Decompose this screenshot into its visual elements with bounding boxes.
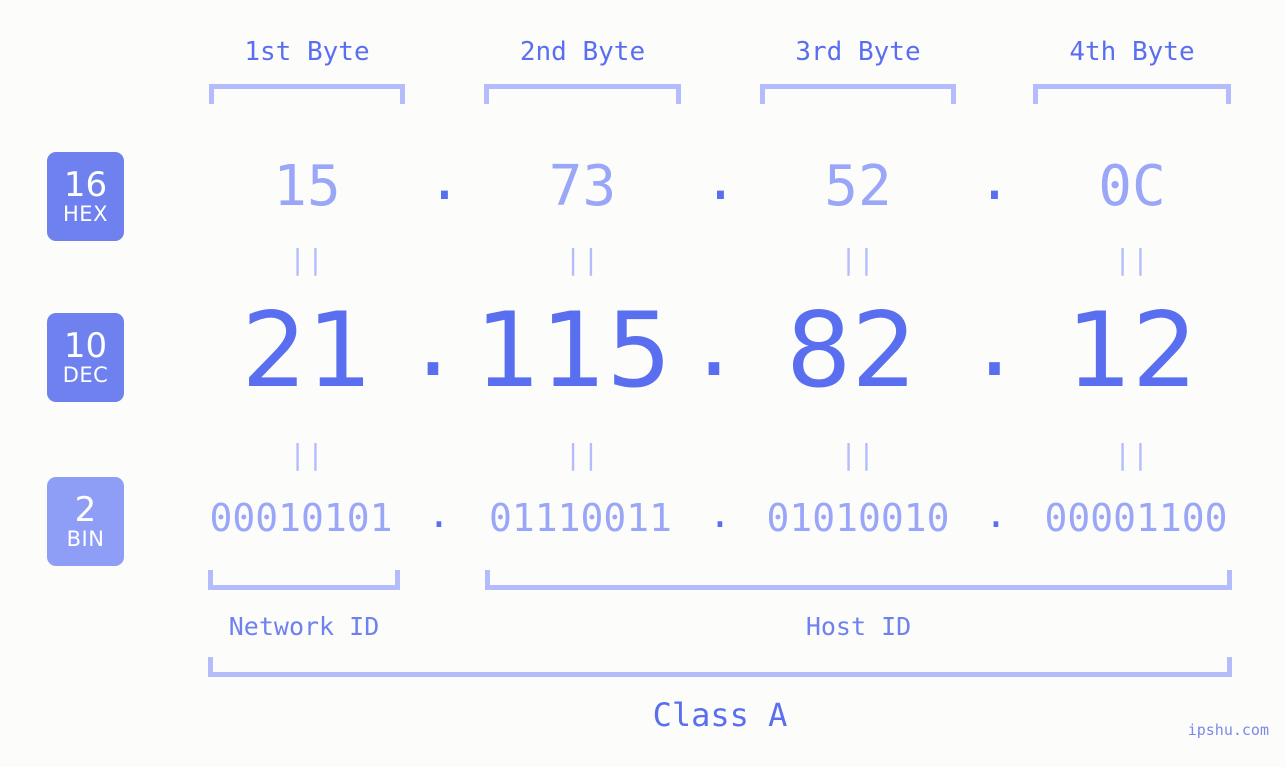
bin-separator-3: . xyxy=(984,492,1008,536)
base-badge-hex-abbr: HEX xyxy=(63,202,108,226)
byte-bracket-4 xyxy=(1033,84,1231,104)
dec-value-byte-3: 82 xyxy=(785,291,918,411)
hex-value-byte-1: 15 xyxy=(273,154,341,219)
hex-value-byte-2: 73 xyxy=(548,154,617,219)
equals-connector-hex-dec-3: || xyxy=(840,243,876,276)
base-badge-dec-abbr: DEC xyxy=(62,363,109,387)
network-id-bracket xyxy=(208,570,400,590)
hex-value-byte-3: 52 xyxy=(824,154,892,219)
dec-value-byte-2: 115 xyxy=(475,291,672,411)
network-id-label: Network ID xyxy=(228,612,380,641)
hex-value-byte-4: 0C xyxy=(1098,154,1166,219)
dec-value-byte-4: 12 xyxy=(1066,291,1198,411)
equals-connector-dec-bin-1: || xyxy=(289,438,325,471)
dec-separator-1: . xyxy=(416,280,450,400)
base-badge-hex[interactable]: 16 HEX xyxy=(47,152,124,241)
host-id-label: Host ID xyxy=(805,612,912,641)
byte-bracket-3 xyxy=(760,84,956,104)
base-badge-bin[interactable]: 2 BIN xyxy=(47,477,124,566)
bin-value-byte-1: 00010101 xyxy=(209,496,393,540)
site-watermark: ipshu.com xyxy=(1187,721,1269,739)
equals-connector-dec-bin-3: || xyxy=(840,438,876,471)
equals-connector-dec-bin-2: || xyxy=(564,438,601,471)
base-badge-dec[interactable]: 10 DEC xyxy=(47,313,124,402)
byte-bracket-2 xyxy=(484,84,681,104)
base-badge-hex-number: 16 xyxy=(63,165,108,205)
host-id-bracket xyxy=(485,570,1232,590)
dec-value-byte-1: 21 xyxy=(241,291,373,411)
hex-separator-3: . xyxy=(977,148,1012,213)
equals-connector-hex-dec-2: || xyxy=(564,243,601,276)
equals-connector-hex-dec-1: || xyxy=(289,243,325,276)
bin-value-byte-4: 00001100 xyxy=(1044,496,1228,540)
bin-separator-2: . xyxy=(708,492,732,536)
class-bracket xyxy=(208,657,1232,677)
bin-value-byte-3: 01010010 xyxy=(766,496,950,540)
byte-header-4: 4th Byte xyxy=(1069,37,1195,67)
base-badge-dec-number: 10 xyxy=(63,326,108,366)
hex-separator-1: . xyxy=(427,148,462,213)
class-label: Class A xyxy=(652,696,788,734)
byte-bracket-1 xyxy=(209,84,405,104)
byte-header-3: 3rd Byte xyxy=(795,37,921,67)
bin-value-byte-2: 01110011 xyxy=(488,496,673,540)
base-badge-bin-number: 2 xyxy=(74,490,97,530)
base-badge-bin-abbr: BIN xyxy=(66,527,105,551)
equals-connector-hex-dec-4: || xyxy=(1114,243,1150,276)
ip-address-breakdown-diagram: 1st Byte 2nd Byte 3rd Byte 4th Byte 16 H… xyxy=(0,0,1285,767)
byte-header-1: 1st Byte xyxy=(244,37,370,67)
dec-separator-3: . xyxy=(978,280,1011,400)
equals-connector-dec-bin-4: || xyxy=(1114,438,1150,471)
bin-separator-1: . xyxy=(427,492,451,536)
dec-separator-2: . xyxy=(697,280,731,400)
hex-separator-2: . xyxy=(703,148,738,213)
byte-header-2: 2nd Byte xyxy=(519,37,646,67)
